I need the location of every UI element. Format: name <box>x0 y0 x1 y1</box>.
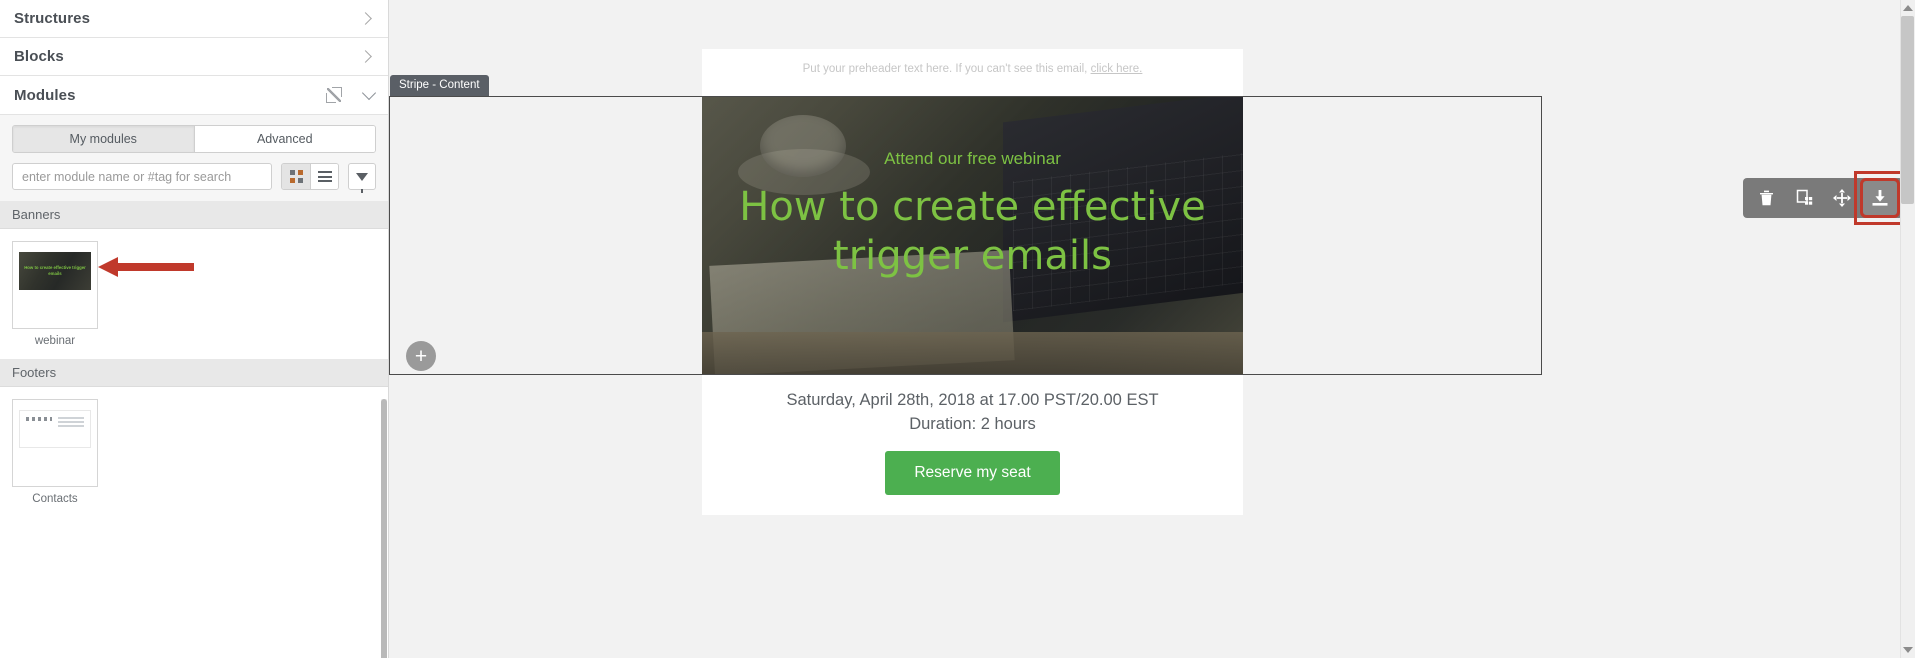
chevron-right-icon <box>359 50 372 63</box>
copy-duplicate-icon <box>1796 189 1812 205</box>
selected-stripe-outline <box>389 96 1542 375</box>
scroll-up-arrow-icon[interactable] <box>1903 5 1913 11</box>
sidebar-scrollbar-thumb[interactable] <box>381 399 387 658</box>
canvas-scrollbar-thumb[interactable] <box>1901 16 1914 204</box>
accordion-label-modules: Modules <box>14 86 76 104</box>
preheader-text: Put your preheader text here. If you can… <box>802 63 1091 75</box>
module-thumbnail <box>12 399 98 487</box>
add-stripe-button[interactable]: + <box>406 341 436 371</box>
email-footer-content: Saturday, April 28th, 2018 at 17.00 PST/… <box>702 375 1243 515</box>
chevron-down-icon[interactable] <box>361 85 377 101</box>
view-toggle-group <box>281 163 339 190</box>
funnel-filter-icon <box>356 172 368 193</box>
chevron-right-icon <box>359 12 372 25</box>
app-root: Structures Blocks Modules My modules Adv… <box>0 0 1915 658</box>
accordion-label-structures: Structures <box>14 10 91 27</box>
module-grid-footers: Contacts <box>0 387 388 517</box>
module-thumbnail: How to create effective trigger emails <box>12 241 98 329</box>
thumbnail-text: How to create effective trigger emails <box>24 265 86 276</box>
module-search-input[interactable] <box>12 163 272 190</box>
module-card-webinar[interactable]: How to create effective trigger emails w… <box>12 241 98 347</box>
module-name-label: Contacts <box>32 493 78 505</box>
group-label: Footers <box>12 365 57 380</box>
tab-advanced[interactable]: Advanced <box>194 126 375 152</box>
sidebar-item-blocks[interactable]: Blocks <box>0 38 388 76</box>
scroll-down-arrow-icon[interactable] <box>1903 647 1913 653</box>
sidebar-item-structures[interactable]: Structures <box>0 0 388 38</box>
grid-view-button[interactable] <box>282 164 310 189</box>
modules-sidebar: Structures Blocks Modules My modules Adv… <box>0 0 389 658</box>
modules-search-row <box>0 153 388 201</box>
thumbnail-banner-preview: How to create effective trigger emails <box>19 252 91 290</box>
grid-view-icon <box>289 170 303 183</box>
thumbnail-footer-preview <box>19 410 91 448</box>
canvas-scrollbar-track[interactable] <box>1900 0 1915 658</box>
group-label: Banners <box>12 207 61 222</box>
email-canvas[interactable]: Put your preheader text here. If you can… <box>389 0 1915 658</box>
sidebar-item-modules[interactable]: Modules <box>0 76 388 115</box>
stripe-label-badge: Stripe - Content <box>390 75 489 96</box>
event-date-text: Saturday, April 28th, 2018 at 17.00 PST/… <box>786 391 1159 409</box>
module-group-header-footers[interactable]: Footers <box>0 359 388 387</box>
modules-list-scroll[interactable]: Banners How to create effective trigger … <box>0 201 388 658</box>
duplicate-button[interactable] <box>1787 181 1821 215</box>
module-group-header-banners[interactable]: Banners <box>0 201 388 229</box>
list-view-button[interactable] <box>310 164 338 189</box>
tab-my-modules[interactable]: My modules <box>13 126 195 152</box>
trash-delete-icon <box>1759 190 1773 206</box>
module-card-contacts[interactable]: Contacts <box>12 399 98 505</box>
filter-button[interactable] <box>348 163 376 193</box>
list-view-icon <box>317 171 332 182</box>
expand-arrows-icon[interactable] <box>326 87 342 103</box>
module-grid-banners: How to create effective trigger emails w… <box>0 229 388 359</box>
modules-header-icons <box>326 85 377 103</box>
preheader-link[interactable]: click here. <box>1091 63 1143 75</box>
delete-button[interactable] <box>1749 181 1783 215</box>
modules-tabs-container: My modules Advanced <box>0 115 388 153</box>
reserve-seat-button[interactable]: Reserve my seat <box>885 451 1060 495</box>
accordion-label-blocks: Blocks <box>14 48 64 65</box>
module-name-label: webinar <box>34 335 76 347</box>
move-drag-icon <box>1833 189 1851 207</box>
event-duration-text: Duration: 2 hours <box>909 415 1036 433</box>
modules-tabs: My modules Advanced <box>12 125 376 153</box>
email-preheader[interactable]: Put your preheader text here. If you can… <box>702 49 1243 85</box>
